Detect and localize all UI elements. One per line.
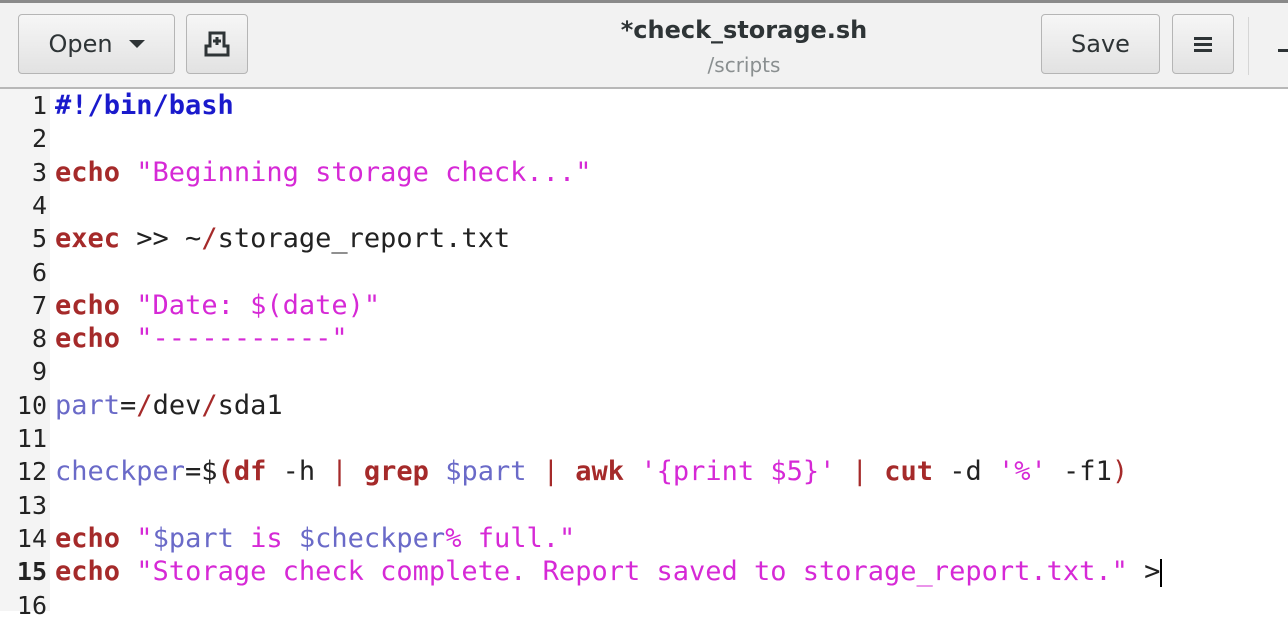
code-token: echo xyxy=(55,522,121,554)
code-token: $part xyxy=(152,522,234,554)
line-number: 12 xyxy=(16,457,47,487)
code-token: echo xyxy=(55,323,121,355)
code-text: echo "Storage check complete. Report sav… xyxy=(55,555,1163,588)
document-title: *check_storage.sh xyxy=(620,16,868,44)
code-token: / xyxy=(201,223,218,255)
code-token: echo xyxy=(55,156,121,188)
new-document-button[interactable] xyxy=(186,14,248,74)
save-label: Save xyxy=(1071,30,1130,58)
line-number: 3 xyxy=(31,157,47,187)
code-text: echo "Date: $(date)" xyxy=(55,289,380,322)
code-token: = xyxy=(120,389,137,421)
hamburger-menu-icon xyxy=(1194,37,1212,52)
code-token: | xyxy=(542,456,560,488)
line-number: 7 xyxy=(31,290,47,320)
line-number: 11 xyxy=(16,424,47,453)
code-token: is xyxy=(233,522,299,554)
code-token: =$ xyxy=(185,456,218,488)
code-token: echo xyxy=(55,556,121,588)
code-token: dev xyxy=(152,389,202,421)
code-token: '%' xyxy=(998,456,1047,488)
code-token: "-----------" xyxy=(136,323,348,355)
line-number: 10 xyxy=(16,390,47,420)
header-bar: Open *check_storage.sh /scripts Save xyxy=(0,3,1288,89)
code-token: / xyxy=(201,389,218,421)
line-number: 8 xyxy=(31,324,47,354)
code-token: df xyxy=(233,456,267,488)
code-token: -d xyxy=(932,456,999,488)
code-text: checkper=$(df -h | grep $part | awk '{pr… xyxy=(55,455,1128,488)
code-token: $checkper xyxy=(298,522,446,554)
code-token: " xyxy=(136,522,153,554)
code-text: #!/bin/bash xyxy=(55,89,234,122)
code-token: "Date: $(date)" xyxy=(136,289,381,321)
code-text: echo "$part is $checkper% full." xyxy=(55,522,575,555)
code-token: '{print $5}' xyxy=(640,456,836,488)
open-button[interactable]: Open xyxy=(18,14,175,74)
line-number: 9 xyxy=(31,357,47,387)
code-token: -f1 xyxy=(1046,456,1112,488)
line-number: 5 xyxy=(31,224,47,254)
text-cursor xyxy=(1160,558,1163,587)
code-token: >> ~ xyxy=(120,223,202,255)
save-button[interactable]: Save xyxy=(1041,14,1160,74)
code-text: exec >> ~/storage_report.txt xyxy=(55,222,510,255)
code-token: cut xyxy=(884,456,933,488)
code-text: part=/dev/sda1 xyxy=(55,389,283,422)
menu-button[interactable] xyxy=(1172,14,1234,74)
line-number: 16 xyxy=(16,590,47,620)
line-number: 13 xyxy=(16,490,47,520)
line-number: 15 xyxy=(16,557,47,587)
code-token: exec xyxy=(55,223,121,255)
code-token: ( xyxy=(217,456,234,488)
code-editor[interactable]: 1 #!/bin/bash 2 3 echo "Beginning storage ch… xyxy=(0,89,1288,620)
code-token: ) xyxy=(1111,456,1129,488)
line-number: 4 xyxy=(31,190,47,220)
code-token: grep xyxy=(363,456,429,488)
new-document-icon xyxy=(204,31,230,57)
code-token: checkper xyxy=(55,456,186,488)
code-token: awk xyxy=(575,456,625,488)
minimize-icon[interactable] xyxy=(1278,49,1288,52)
code-token: > xyxy=(1127,556,1161,588)
line-number: 2 xyxy=(31,124,47,154)
chevron-down-icon xyxy=(128,40,145,48)
code-token: "Storage check complete. Report saved to… xyxy=(136,556,1128,588)
code-token: storage_report.txt xyxy=(217,223,511,255)
line-number: 6 xyxy=(31,257,47,287)
open-label: Open xyxy=(48,30,113,58)
code-token: % full." xyxy=(445,522,576,554)
line-number: 14 xyxy=(16,523,47,553)
header-separator xyxy=(1248,17,1249,75)
code-token: "Beginning storage check..." xyxy=(136,156,592,188)
line-number: 1 xyxy=(31,91,47,120)
document-path: /scripts xyxy=(707,53,781,77)
code-token: part xyxy=(55,389,121,421)
code-token: echo xyxy=(55,289,121,321)
code-token: / xyxy=(136,389,153,421)
code-token: | xyxy=(851,456,868,488)
code-token: #!/bin/bash xyxy=(55,90,234,121)
code-token: | xyxy=(331,456,348,488)
code-token: -h xyxy=(266,456,332,488)
code-text: echo "-----------" xyxy=(55,322,348,355)
code-text: echo "Beginning storage check..." xyxy=(55,156,591,189)
code-token: sda1 xyxy=(217,389,283,421)
code-token: $part xyxy=(445,456,527,488)
